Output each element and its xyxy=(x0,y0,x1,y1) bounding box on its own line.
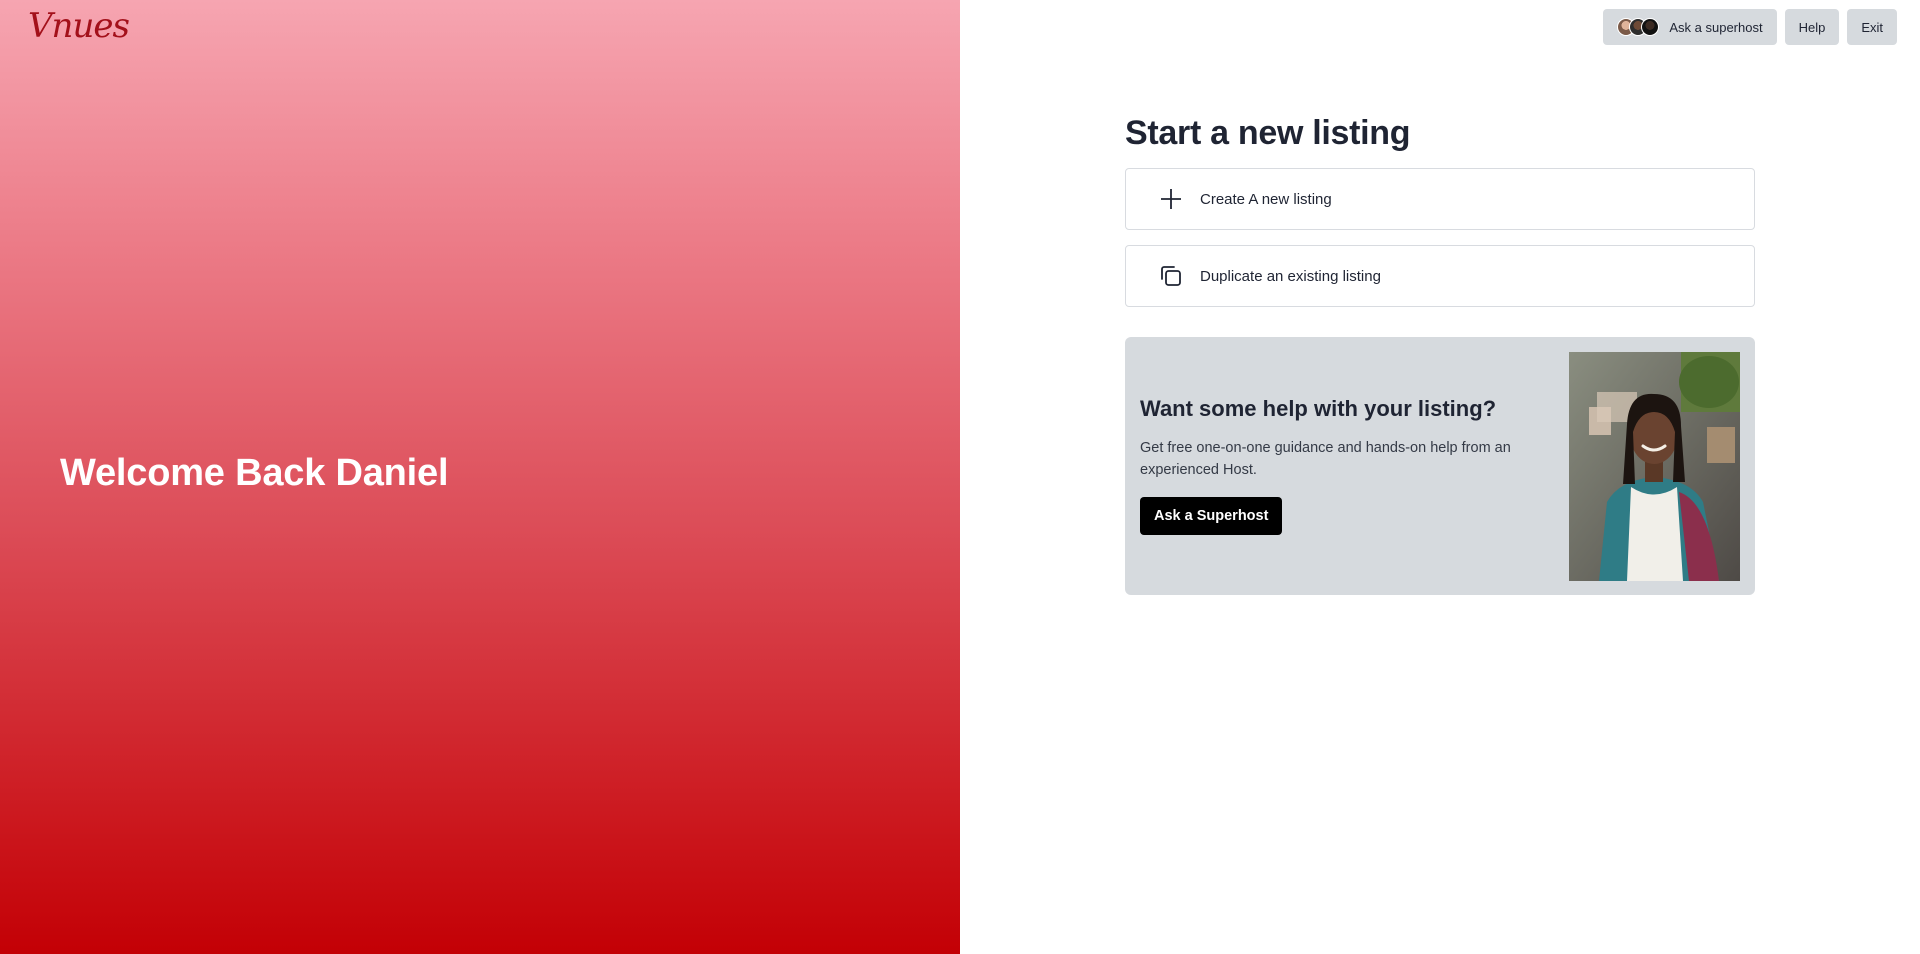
top-toolbar: Ask a superhost Help Exit xyxy=(1603,9,1897,45)
superhost-avatars xyxy=(1617,18,1660,36)
duplicate-listing-label: Duplicate an existing listing xyxy=(1200,267,1381,285)
create-listing-label: Create A new listing xyxy=(1200,190,1332,208)
ask-superhost-button[interactable]: Ask a Superhost xyxy=(1140,497,1283,535)
welcome-heading: Welcome Back Daniel xyxy=(60,452,449,494)
brand-logo[interactable]: Vnues xyxy=(28,6,130,46)
superhost-photo xyxy=(1569,352,1740,581)
duplicate-icon xyxy=(1158,263,1184,289)
help-card-title: Want some help with your listing? xyxy=(1140,396,1497,421)
help-card-description: Get free one-on-one guidance and hands-o… xyxy=(1140,440,1511,478)
help-card-text: Want some help with your listing? Get fr… xyxy=(1140,395,1560,535)
brand-logo-text: Vnues xyxy=(28,6,130,46)
avatar xyxy=(1641,18,1660,36)
content-panel: Ask a superhost Help Exit Start a new li… xyxy=(960,0,1920,954)
new-listing-section: Start a new listing Create A new listing xyxy=(1125,112,1755,595)
superhost-help-card: Want some help with your listing? Get fr… xyxy=(1125,337,1755,595)
create-listing-option[interactable]: Create A new listing xyxy=(1125,168,1755,230)
page: Vnues Welcome Back Daniel Ask a superhos… xyxy=(0,0,1920,954)
hero-panel: Vnues Welcome Back Daniel xyxy=(0,0,960,954)
duplicate-listing-option[interactable]: Duplicate an existing listing xyxy=(1125,245,1755,307)
help-button[interactable]: Help xyxy=(1784,9,1840,45)
plus-icon xyxy=(1158,186,1184,212)
ask-superhost-top-button[interactable]: Ask a superhost xyxy=(1603,9,1777,45)
ask-superhost-top-label: Ask a superhost xyxy=(1669,19,1763,35)
exit-button[interactable]: Exit xyxy=(1847,9,1897,45)
page-title: Start a new listing xyxy=(1125,114,1411,152)
